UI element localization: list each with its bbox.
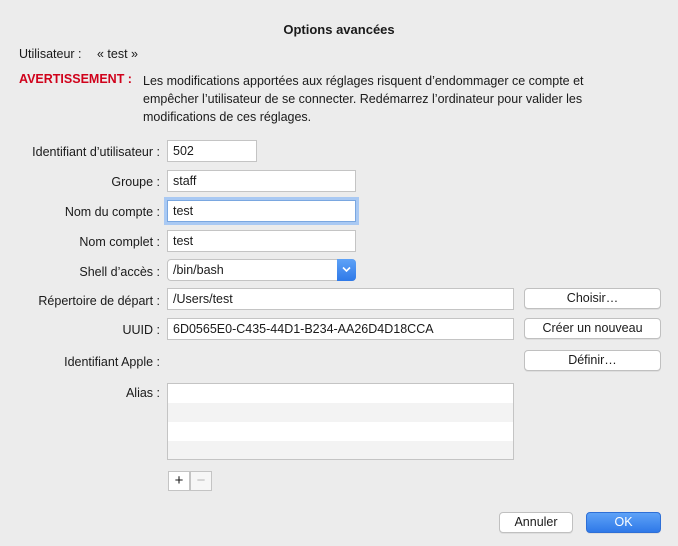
- group-label: Groupe :: [111, 175, 160, 189]
- warning-line: modifications de ces réglages.: [143, 110, 312, 124]
- warning-line: Les modifications apportées aux réglages…: [143, 74, 584, 88]
- uuid-label: UUID :: [122, 323, 161, 337]
- dialog-title: Options avancées: [283, 22, 395, 37]
- list-item[interactable]: [168, 422, 513, 441]
- full-name-label: Nom complet :: [79, 235, 160, 249]
- full-name-field[interactable]: test: [167, 230, 356, 252]
- define-apple-id-button[interactable]: Définir…: [524, 350, 661, 371]
- home-dir-field[interactable]: /Users/test: [167, 288, 514, 310]
- shell-label: Shell d’accès :: [79, 265, 160, 279]
- chevron-down-icon[interactable]: [337, 259, 356, 281]
- warning-text: Les modifications apportées aux réglages…: [143, 72, 668, 126]
- apple-id-label: Identifiant Apple :: [64, 355, 160, 369]
- account-name-field[interactable]: test: [167, 200, 356, 222]
- account-name-label: Nom du compte :: [64, 205, 160, 219]
- alias-label: Alias :: [125, 386, 160, 400]
- shell-value: /bin/bash: [173, 263, 224, 277]
- alias-list[interactable]: [167, 383, 514, 460]
- create-new-uuid-button[interactable]: Créer un nouveau: [524, 318, 661, 339]
- user-id-field[interactable]: 502: [167, 140, 257, 162]
- list-item[interactable]: [168, 384, 513, 403]
- shell-select[interactable]: /bin/bash: [167, 259, 356, 281]
- warning-line: empêcher l’utilisateur de se connecter. …: [143, 92, 583, 106]
- remove-alias-button[interactable]: −: [190, 471, 212, 491]
- ok-button[interactable]: OK: [586, 512, 661, 533]
- home-dir-label: Répertoire de départ :: [38, 294, 160, 308]
- uuid-field[interactable]: 6D0565E0-C435-44D1-B234-AA26D4D18CCA: [167, 318, 514, 340]
- list-item[interactable]: [168, 403, 513, 422]
- cancel-button[interactable]: Annuler: [499, 512, 573, 533]
- user-value: « test »: [97, 47, 138, 61]
- user-label: Utilisateur :: [19, 47, 82, 61]
- add-alias-button[interactable]: +: [168, 471, 190, 491]
- choose-button[interactable]: Choisir…: [524, 288, 661, 309]
- user-id-label: Identifiant d’utilisateur :: [32, 145, 160, 159]
- group-field[interactable]: staff: [167, 170, 356, 192]
- list-item[interactable]: [168, 441, 513, 459]
- warning-label: AVERTISSEMENT :: [19, 72, 132, 86]
